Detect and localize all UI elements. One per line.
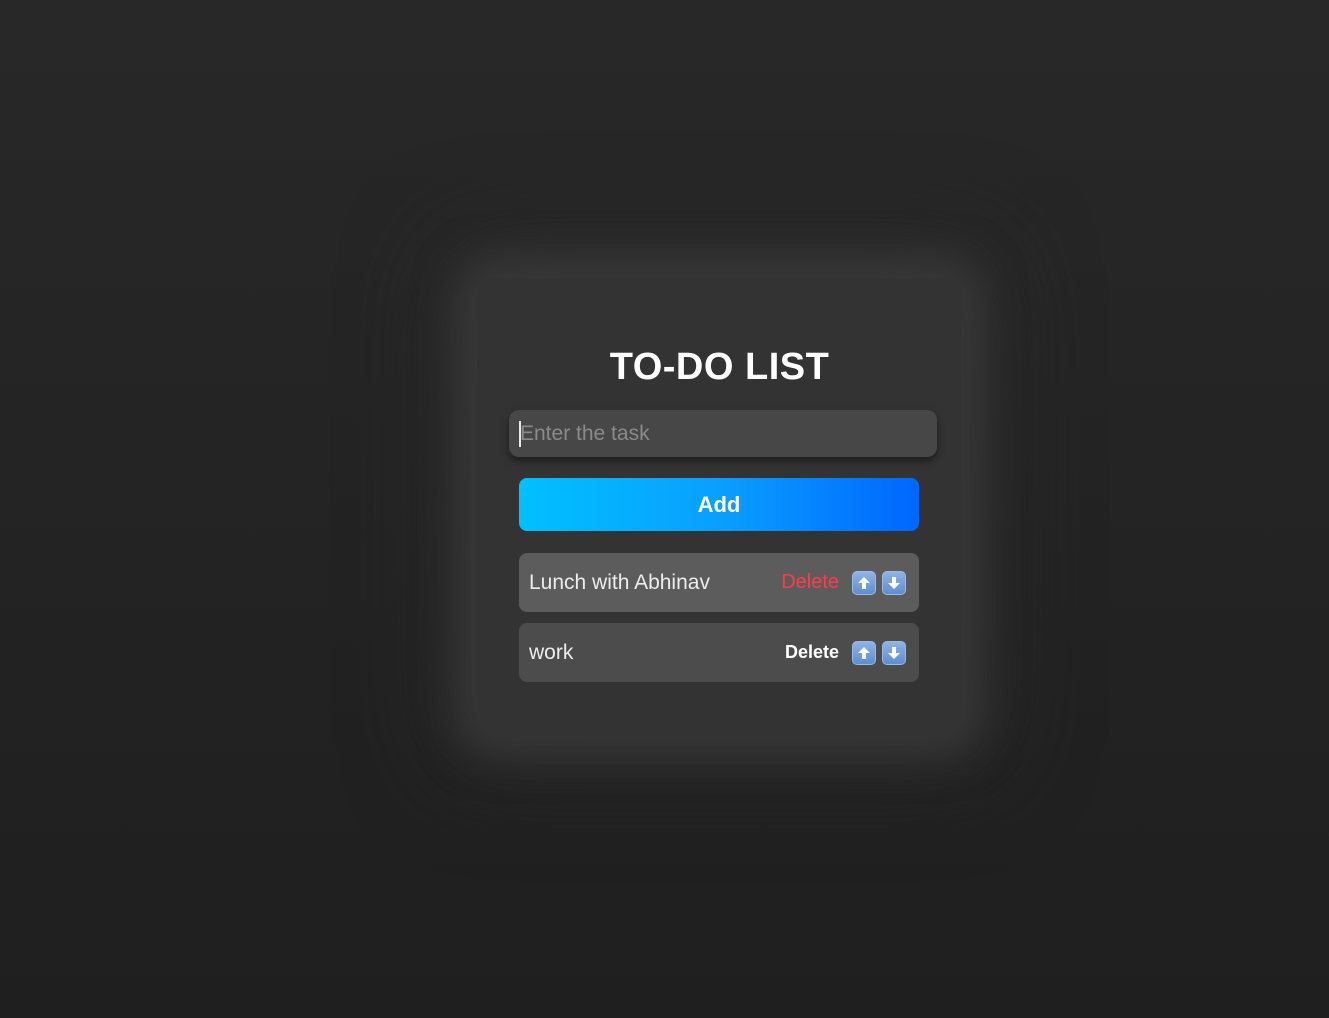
text-cursor [519,421,521,447]
arrow-up-icon [858,576,870,589]
add-button[interactable]: Add [519,478,919,531]
task-text: Lunch with Abhinav [529,570,710,594]
delete-button[interactable]: Delete [785,642,839,663]
arrow-up-icon [858,646,870,659]
task-item[interactable]: Lunch with Abhinav Delete [519,553,919,612]
arrow-down-icon [888,576,900,589]
arrow-down-icon [888,646,900,659]
move-up-button[interactable] [852,640,876,665]
page-title: TO-DO LIST [609,346,830,388]
task-item[interactable]: work Delete [519,623,919,682]
move-down-button[interactable] [882,640,906,665]
move-down-button[interactable] [882,570,906,595]
task-input[interactable] [509,410,937,457]
todo-card: TO-DO LIST Add Lunch with Abhinav Delete… [477,278,962,735]
task-list: Lunch with Abhinav Delete work Delete [519,553,919,693]
task-text: work [529,640,574,664]
delete-button[interactable]: Delete [781,571,839,594]
move-up-button[interactable] [852,570,876,595]
